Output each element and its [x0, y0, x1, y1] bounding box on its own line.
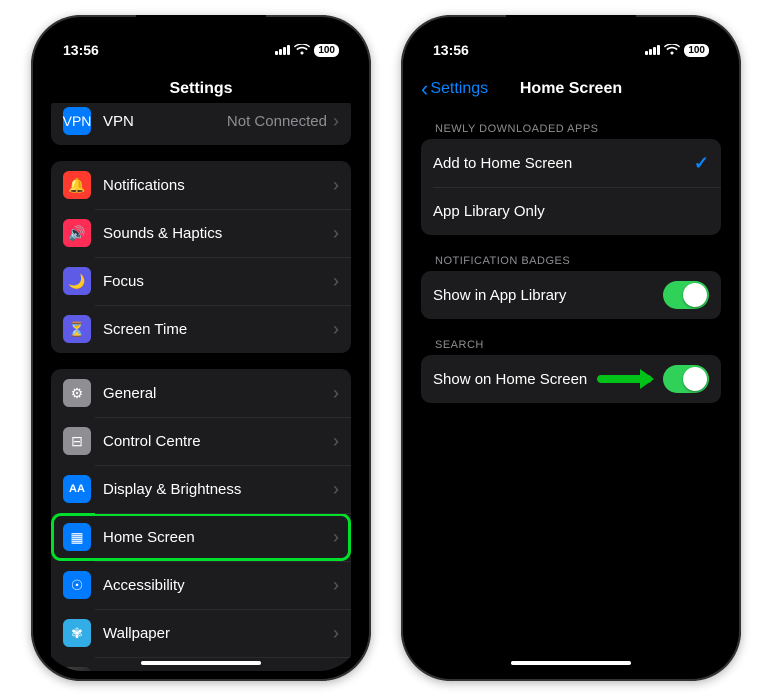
siri-icon: ◉: [63, 667, 91, 671]
cellular-icon: [275, 45, 290, 55]
row-show-on-homescreen: Show on Home Screen: [421, 355, 721, 403]
chevron-right-icon: ›: [333, 575, 339, 596]
checkmark-icon: ✓: [694, 153, 709, 174]
chevron-right-icon: ›: [333, 623, 339, 644]
section-header: Search: [421, 335, 721, 355]
option-add-homescreen-label: Add to Home Screen: [433, 155, 694, 172]
toggle-show-in-library[interactable]: [663, 281, 709, 309]
row-show-in-library-label: Show in App Library: [433, 287, 663, 304]
row-accessibility-label: Accessibility: [103, 577, 333, 594]
grid-icon: ▦: [63, 523, 91, 551]
chevron-right-icon: ›: [333, 111, 339, 132]
row-wallpaper-label: Wallpaper: [103, 625, 333, 642]
bell-icon: 🔔: [63, 171, 91, 199]
speaker-icon: 🔊: [63, 219, 91, 247]
status-time: 13:56: [433, 42, 469, 58]
row-notifications-label: Notifications: [103, 177, 333, 194]
phone-settings: 13:56 100 Settings VPN VPN Not Connected…: [31, 15, 371, 681]
row-homescreen[interactable]: ▦ Home Screen ›: [51, 513, 351, 561]
page-title: Home Screen: [520, 80, 622, 98]
row-focus[interactable]: 🌙 Focus ›: [51, 257, 351, 305]
row-vpn-detail: Not Connected: [227, 113, 327, 130]
wifi-icon: [664, 44, 680, 56]
row-screentime-label: Screen Time: [103, 321, 333, 338]
home-indicator[interactable]: [511, 661, 631, 665]
row-screentime[interactable]: ⏳ Screen Time ›: [51, 305, 351, 353]
chevron-right-icon: ›: [333, 479, 339, 500]
chevron-left-icon: ‹: [421, 78, 428, 100]
toggle-show-on-homescreen[interactable]: [663, 365, 709, 393]
moon-icon: 🌙: [63, 267, 91, 295]
row-show-in-library: Show in App Library: [421, 271, 721, 319]
row-control-label: Control Centre: [103, 433, 333, 450]
chevron-right-icon: ›: [333, 671, 339, 672]
flower-icon: ✾: [63, 619, 91, 647]
chevron-right-icon: ›: [333, 527, 339, 548]
section-header: Newly Downloaded Apps: [421, 119, 721, 139]
chevron-right-icon: ›: [333, 223, 339, 244]
chevron-right-icon: ›: [333, 431, 339, 452]
row-display[interactable]: AA Display & Brightness ›: [51, 465, 351, 513]
hourglass-icon: ⏳: [63, 315, 91, 343]
battery-icon: 100: [684, 44, 709, 57]
row-focus-label: Focus: [103, 273, 333, 290]
option-app-library-label: App Library Only: [433, 203, 709, 220]
section-header: Notification Badges: [421, 251, 721, 271]
wifi-icon: [294, 44, 310, 56]
status-bar: 13:56 100: [41, 25, 361, 69]
status-time: 13:56: [63, 42, 99, 58]
chevron-right-icon: ›: [333, 175, 339, 196]
battery-icon: 100: [314, 44, 339, 57]
row-wallpaper[interactable]: ✾ Wallpaper ›: [51, 609, 351, 657]
chevron-right-icon: ›: [333, 271, 339, 292]
home-indicator[interactable]: [141, 661, 261, 665]
row-general-label: General: [103, 385, 333, 402]
gear-icon: ⚙︎: [63, 379, 91, 407]
row-homescreen-label: Home Screen: [103, 529, 333, 546]
row-vpn-label: VPN: [103, 113, 227, 130]
back-button[interactable]: ‹ Settings: [421, 78, 488, 100]
row-vpn[interactable]: VPN VPN Not Connected ›: [51, 103, 351, 145]
chevron-right-icon: ›: [333, 319, 339, 340]
row-accessibility[interactable]: ☉ Accessibility ›: [51, 561, 351, 609]
row-notifications[interactable]: 🔔 Notifications ›: [51, 161, 351, 209]
option-add-homescreen[interactable]: Add to Home Screen ✓: [421, 139, 721, 187]
vpn-icon: VPN: [63, 107, 91, 135]
row-general[interactable]: ⚙︎ General ›: [51, 369, 351, 417]
row-display-label: Display & Brightness: [103, 481, 333, 498]
phone-homescreen-settings: 13:56 100 ‹ Settings Home Screen Newly D…: [401, 15, 741, 681]
accessibility-icon: ☉: [63, 571, 91, 599]
cellular-icon: [645, 45, 660, 55]
page-title: Settings: [169, 80, 232, 98]
row-sounds-label: Sounds & Haptics: [103, 225, 333, 242]
back-label: Settings: [430, 80, 488, 98]
row-control[interactable]: ⊟ Control Centre ›: [51, 417, 351, 465]
row-sounds[interactable]: 🔊 Sounds & Haptics ›: [51, 209, 351, 257]
annotation-arrow-icon: [597, 375, 652, 383]
status-bar: 13:56 100: [411, 25, 731, 69]
option-app-library[interactable]: App Library Only: [421, 187, 721, 235]
chevron-right-icon: ›: [333, 383, 339, 404]
switches-icon: ⊟: [63, 427, 91, 455]
textsize-icon: AA: [63, 475, 91, 503]
